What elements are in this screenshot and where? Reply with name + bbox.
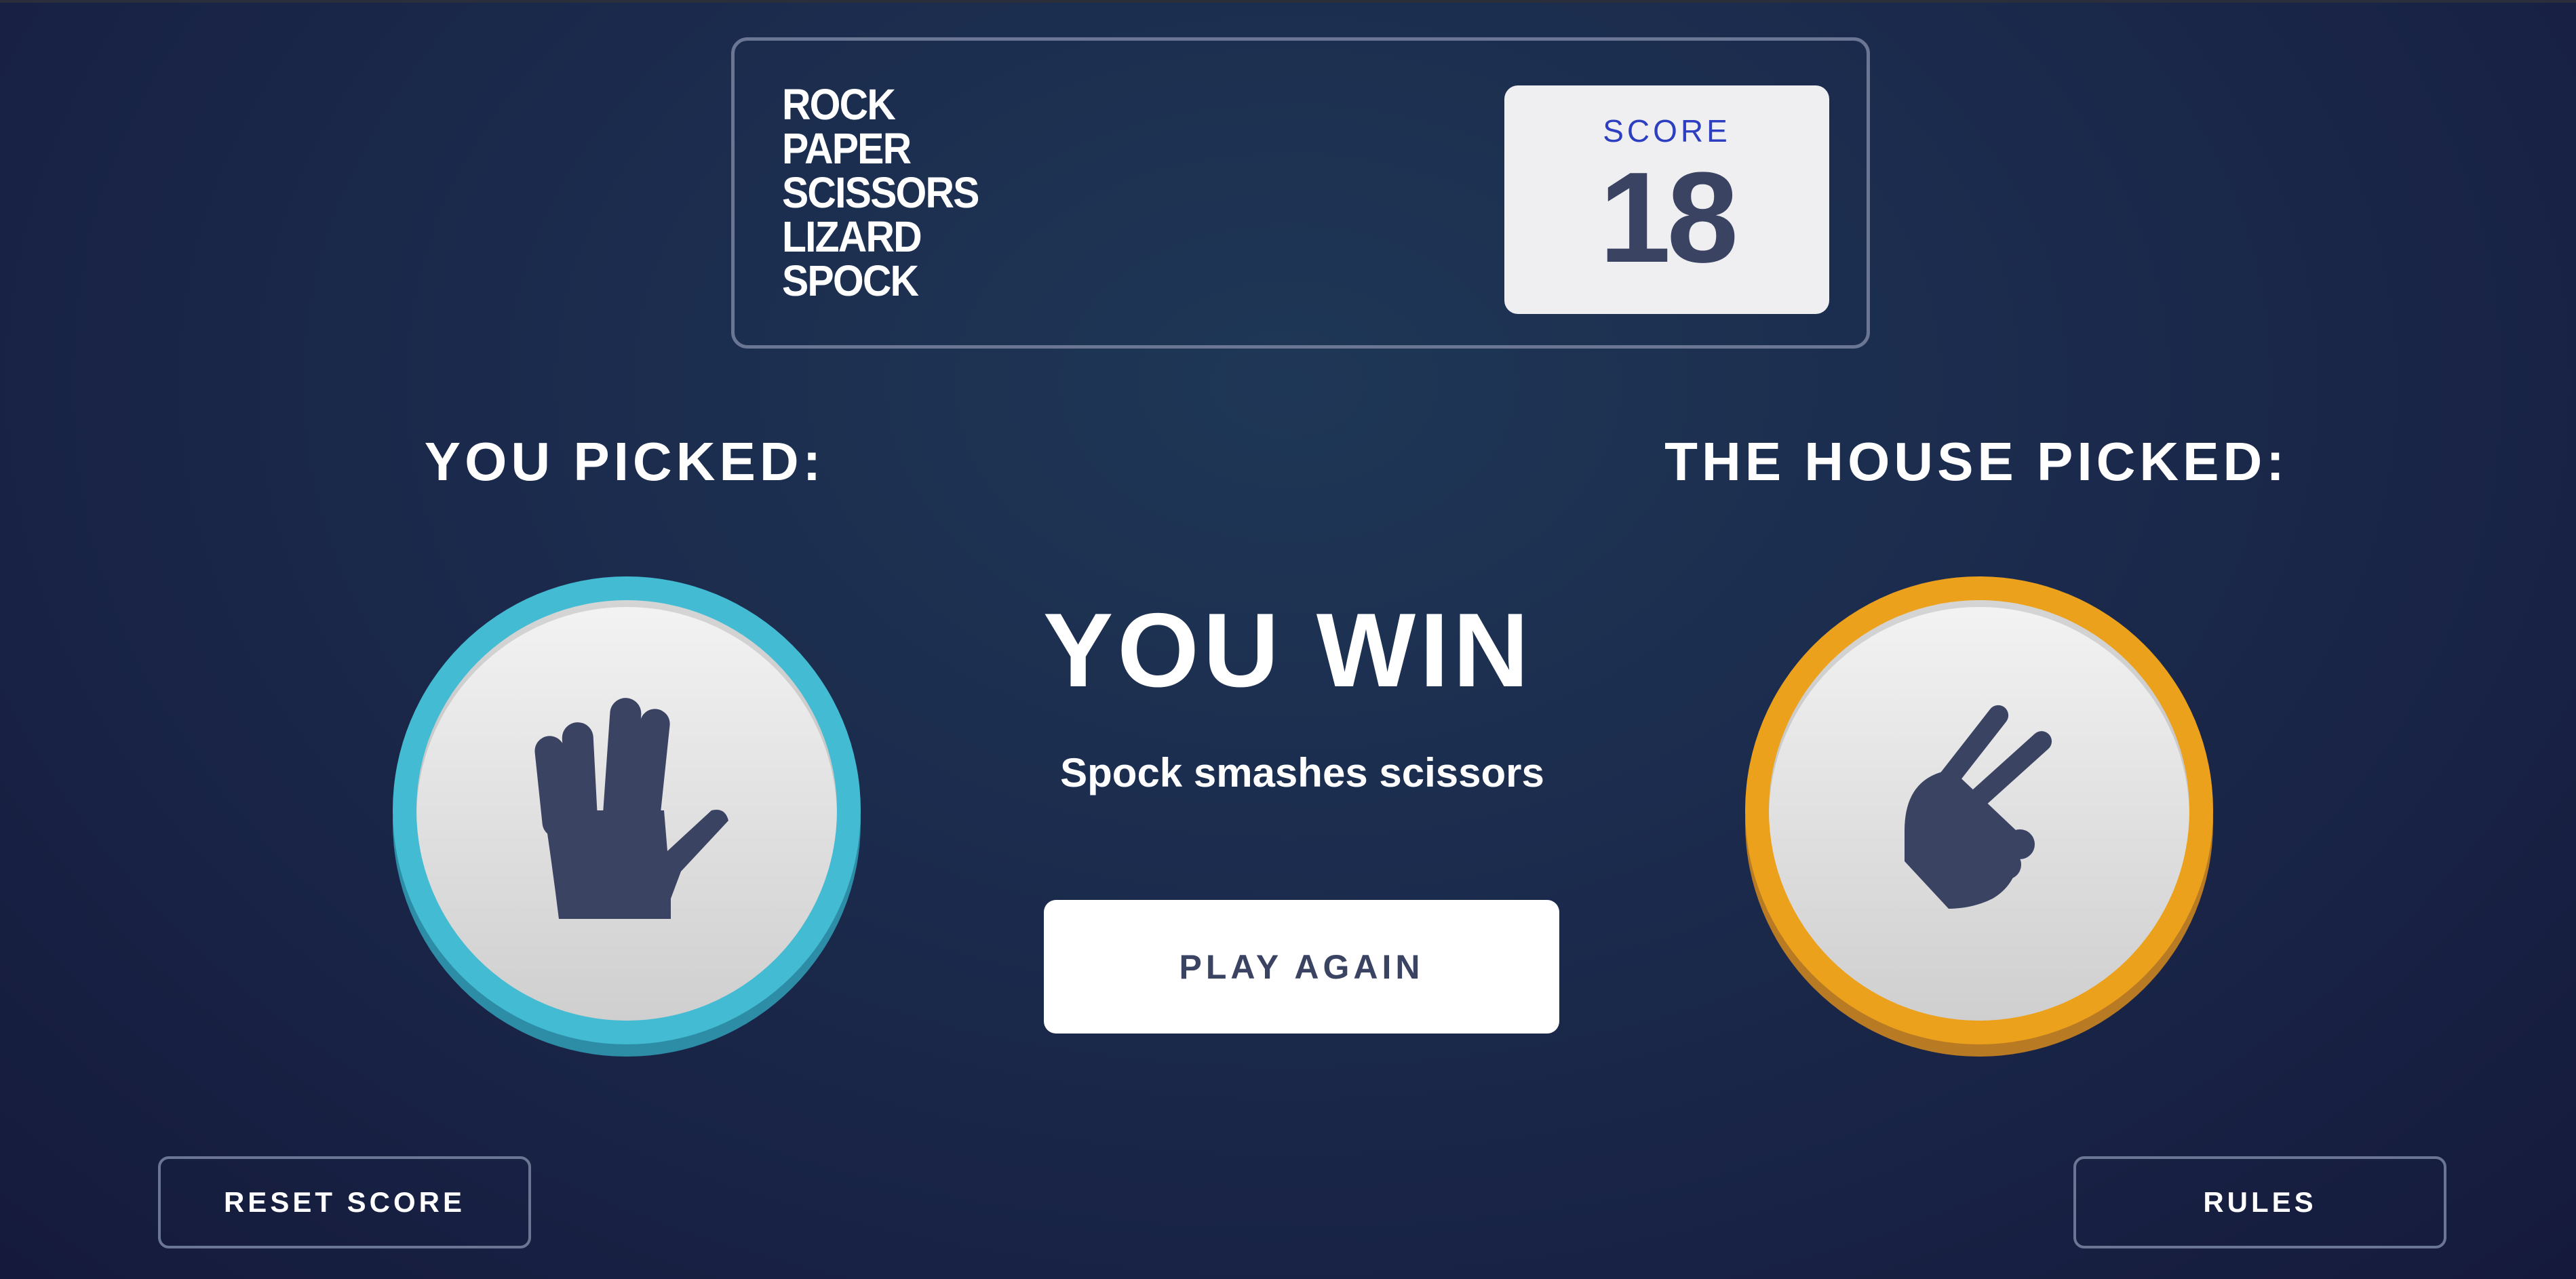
spock-hand-icon	[534, 698, 728, 919]
score-box: SCORE 18	[1504, 85, 1829, 314]
house-picked-token-face	[1769, 600, 2189, 1021]
result-headline: YOU WIN	[1042, 591, 1534, 709]
score-value: 18	[1599, 146, 1738, 290]
scissors-hand-icon	[1905, 705, 2052, 909]
score-label: SCORE	[1603, 113, 1731, 149]
result-message: Spock smashes scissors	[1060, 750, 1544, 795]
you-picked-token	[393, 576, 861, 1044]
title-line-rock: ROCK	[782, 80, 896, 129]
you-picked-label: YOU PICKED:	[424, 431, 825, 492]
rules-button[interactable]: RULES	[2073, 1156, 2446, 1248]
title-line-scissors: SCISSORS	[782, 168, 979, 217]
game-title: ROCK PAPER SCISSORS LIZARD SPOCK	[782, 83, 979, 303]
title-line-paper: PAPER	[782, 124, 912, 173]
play-again-button[interactable]: PLAY AGAIN	[1044, 900, 1559, 1034]
header-panel: ROCK PAPER SCISSORS LIZARD SPOCK SCORE 1…	[731, 37, 1870, 349]
house-picked-label: THE HOUSE PICKED:	[1664, 431, 2288, 492]
you-picked-token-face	[416, 600, 837, 1021]
house-picked-token	[1745, 576, 2213, 1044]
title-line-spock: SPOCK	[782, 256, 919, 305]
title-line-lizard: LIZARD	[782, 212, 922, 261]
window-top-border	[0, 0, 2576, 3]
reset-score-button[interactable]: RESET SCORE	[158, 1156, 531, 1248]
